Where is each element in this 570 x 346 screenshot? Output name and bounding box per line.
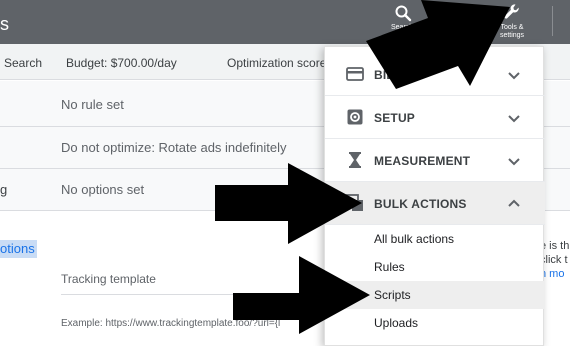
- menu-item-label: Rules: [374, 260, 405, 274]
- chevron-down-icon: [508, 158, 520, 166]
- wrench-icon: [504, 4, 519, 19]
- tracking-template-label: Tracking template: [61, 272, 156, 286]
- copy-stack-icon: [346, 194, 363, 211]
- credit-card-icon: [346, 67, 364, 81]
- menu-section-label: SETUP: [374, 111, 416, 125]
- reports-icon: [446, 5, 462, 21]
- menu-section-bulk-actions[interactable]: BULK ACTIONS: [325, 182, 545, 225]
- tools-settings-menu: BILLING SETUP MEASUREMENT BULK ACTIONS A…: [324, 46, 545, 346]
- chevron-down-icon: [508, 72, 520, 80]
- menu-section-label: MEASUREMENT: [374, 154, 471, 168]
- menu-item-label: Scripts: [374, 288, 411, 302]
- row-value: No rule set: [61, 97, 124, 112]
- reports-button[interactable]: [442, 0, 466, 44]
- campaign-type-fragment: Search: [4, 56, 43, 70]
- optimization-score-text: Optimization score: [227, 56, 327, 70]
- tracking-template-input[interactable]: [61, 294, 271, 295]
- search-button[interactable]: Search: [388, 0, 418, 44]
- menu-item-uploads[interactable]: Uploads: [325, 309, 545, 337]
- menu-item-label: Uploads: [374, 316, 419, 330]
- menu-section-setup[interactable]: SETUP: [325, 96, 545, 139]
- budget-text: Budget: $700.00/day: [66, 56, 177, 70]
- search-icon: [395, 5, 412, 22]
- tracking-example-text: Example: https://www.trackingtemplate.fo…: [61, 318, 281, 329]
- tools-label-line1: Tools &: [500, 24, 524, 31]
- url-options-heading: otions: [0, 240, 37, 258]
- gear-icon: [347, 109, 363, 125]
- chevron-down-icon: [508, 115, 520, 123]
- tools-settings-button[interactable]: Tools & settings: [494, 0, 530, 44]
- menu-item-label: All bulk actions: [374, 232, 455, 246]
- menu-item-scripts[interactable]: Scripts: [325, 281, 545, 309]
- menu-item-rules[interactable]: Rules: [325, 253, 545, 281]
- row-value: Do not optimize: Rotate ads indefinitely: [61, 140, 287, 155]
- search-button-label: Search: [391, 24, 414, 31]
- tools-label-line2: settings: [499, 32, 525, 39]
- menu-section-measurement[interactable]: MEASUREMENT: [325, 139, 545, 182]
- menu-section-billing[interactable]: BILLING: [325, 53, 545, 96]
- top-bar: s Search Tools & settings: [0, 0, 570, 44]
- menu-section-label: BILLING: [374, 68, 424, 82]
- row-value: No options set: [61, 182, 145, 197]
- topbar-divider: [552, 6, 553, 36]
- chevron-up-icon: [508, 199, 520, 207]
- menu-section-label: BULK ACTIONS: [374, 197, 467, 211]
- menu-item-all-bulk-actions[interactable]: All bulk actions: [325, 225, 545, 253]
- hourglass-icon: [349, 152, 361, 168]
- row-label-fragment: g: [0, 182, 8, 197]
- page-title-fragment: s: [0, 14, 9, 34]
